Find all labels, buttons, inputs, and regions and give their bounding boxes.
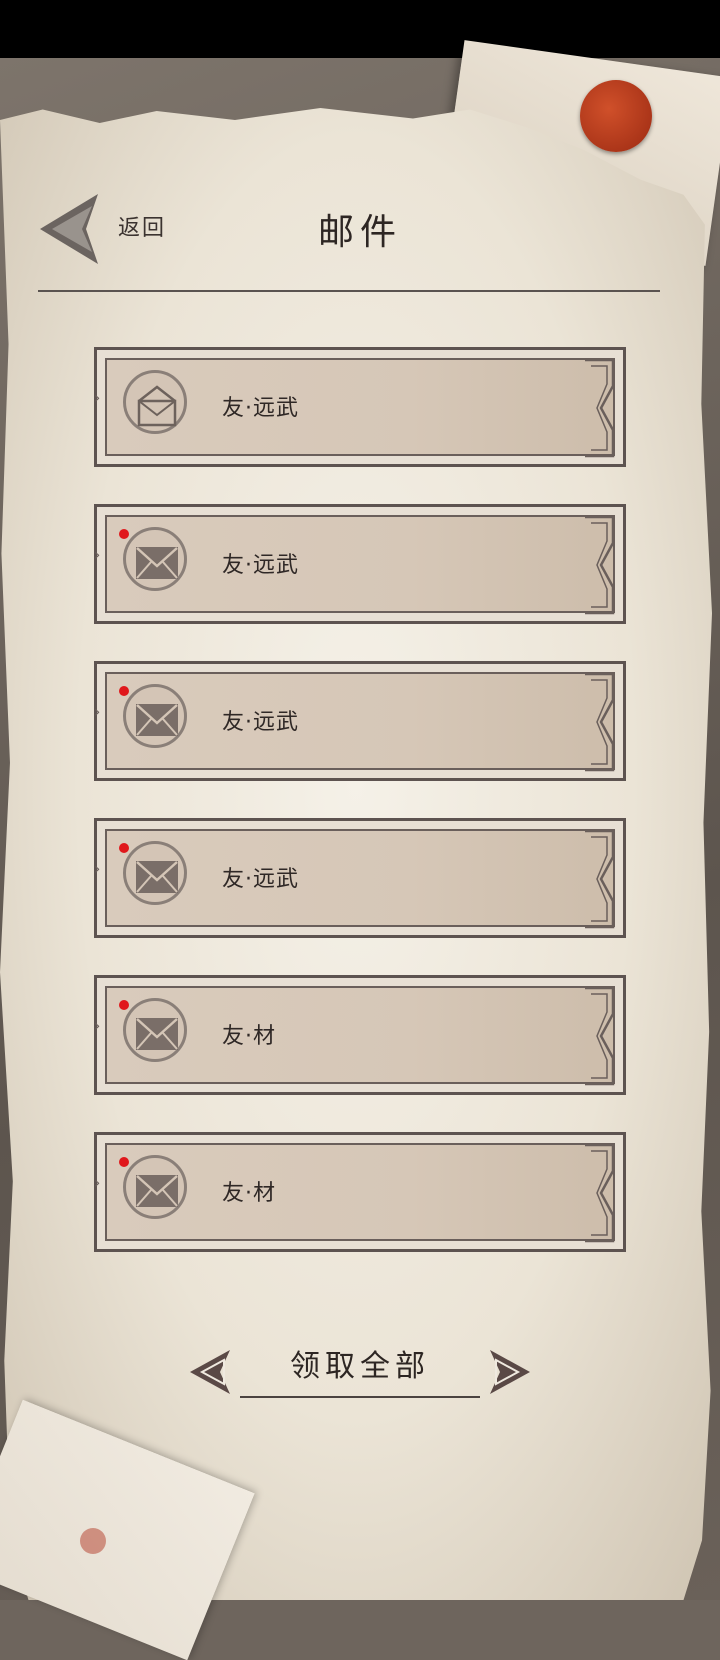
unread-indicator: [119, 529, 129, 539]
envelope-open-icon: [137, 385, 177, 427]
unread-indicator: [119, 1000, 129, 1010]
mail-icon-badge: [123, 370, 187, 434]
envelope-closed-icon: [136, 861, 178, 893]
wax-seal-icon: [580, 80, 652, 152]
frame-ornament-icon: [585, 986, 615, 1086]
page-title: 邮件: [317, 212, 402, 253]
mail-icon-badge: [123, 841, 187, 905]
chevron-right-icon: ›: [94, 702, 101, 721]
claim-all-area: 领取全部: [190, 1342, 530, 1398]
chevron-right-icon: ›: [94, 1173, 101, 1192]
arrow-left-icon[interactable]: [190, 1350, 234, 1394]
arrow-right-icon[interactable]: [486, 1350, 530, 1394]
mail-icon-badge: [123, 998, 187, 1062]
mail-item[interactable]: › 友·远武: [94, 347, 626, 467]
mail-sender: 友·材: [222, 1181, 276, 1206]
claim-all-button[interactable]: 领取全部: [240, 1342, 480, 1398]
frame-ornament-icon: [585, 358, 615, 458]
chevron-right-icon: ›: [94, 545, 101, 564]
mail-sender: 友·远武: [222, 867, 299, 892]
chevron-right-icon: ›: [94, 388, 101, 407]
frame-ornament-icon: [585, 829, 615, 929]
frame-ornament-icon: [585, 515, 615, 615]
mail-item[interactable]: › 友·远武: [94, 818, 626, 938]
mail-item[interactable]: › 友·远武: [94, 504, 626, 624]
envelope-closed-icon: [136, 704, 178, 736]
header-divider: [38, 290, 660, 292]
unread-indicator: [119, 843, 129, 853]
chevron-right-icon: ›: [94, 1016, 101, 1035]
mail-sender: 友·远武: [222, 553, 299, 578]
frame-ornament-icon: [585, 1143, 615, 1243]
chevron-right-icon: ›: [94, 859, 101, 878]
mail-icon-badge: [123, 527, 187, 591]
envelope-closed-icon: [136, 1018, 178, 1050]
envelope-closed-icon: [136, 1175, 178, 1207]
frame-ornament-icon: [585, 672, 615, 772]
unread-indicator: [119, 1157, 129, 1167]
mail-icon-badge: [123, 1155, 187, 1219]
decorative-stamp: [80, 1528, 106, 1554]
status-bar: [0, 0, 720, 58]
mail-sender: 友·远武: [222, 396, 299, 421]
mail-sender: 友·远武: [222, 710, 299, 735]
mail-item[interactable]: › 友·材: [94, 975, 626, 1095]
mail-item[interactable]: › 友·远武: [94, 661, 626, 781]
unread-indicator: [119, 686, 129, 696]
mail-sender: 友·材: [222, 1024, 276, 1049]
mail-item[interactable]: › 友·材: [94, 1132, 626, 1252]
mail-icon-badge: [123, 684, 187, 748]
envelope-closed-icon: [136, 547, 178, 579]
